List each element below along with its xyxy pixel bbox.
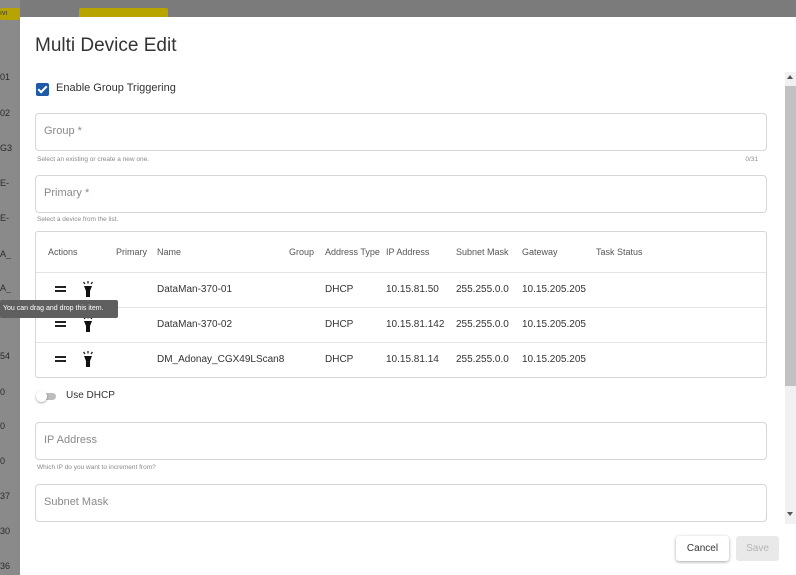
save-button[interactable]: Save <box>736 536 779 561</box>
group-field-label: Group * <box>44 125 82 137</box>
device-name: DataMan-370-02 <box>157 319 233 330</box>
device-gateway: 10.15.205.205 <box>522 354 586 365</box>
trigger-icon[interactable] <box>82 316 94 337</box>
drag-handle-icon[interactable] <box>55 285 66 293</box>
background-row-label: 02 <box>0 108 11 118</box>
drag-handle-icon[interactable] <box>55 355 66 363</box>
column-header-gateway[interactable]: Gateway <box>522 247 558 257</box>
group-field[interactable]: Group * <box>35 113 767 151</box>
device-table: Actions Primary Name Group Address Type … <box>35 231 767 378</box>
scroll-up-arrow-icon[interactable] <box>787 75 793 79</box>
column-header-name[interactable]: Name <box>157 247 181 257</box>
device-address-type: DHCP <box>325 354 354 365</box>
table-row[interactable]: DataMan-370-02 DHCP 10.15.81.142 255.255… <box>36 307 766 343</box>
ip-address-field-label: IP Address <box>44 434 97 446</box>
background-row-label: G3 <box>0 143 13 153</box>
background-row-label: 54 <box>0 351 11 361</box>
background-row-label: A_ <box>0 283 12 293</box>
device-address-type: DHCP <box>325 284 354 295</box>
table-row[interactable]: DataMan-370-01 DHCP 10.15.81.50 255.255.… <box>36 272 766 308</box>
dialog-title: Multi Device Edit <box>35 35 177 56</box>
drag-handle-icon[interactable] <box>55 320 66 328</box>
trigger-icon[interactable] <box>82 351 94 372</box>
use-dhcp-label[interactable]: Use DHCP <box>66 390 115 401</box>
primary-field-label: Primary * <box>44 187 90 199</box>
column-header-group[interactable]: Group <box>289 247 314 257</box>
primary-field-hint: Select a device from the list. <box>37 216 119 223</box>
background-button: ıvı <box>0 8 20 20</box>
scroll-down-arrow-icon[interactable] <box>787 512 793 516</box>
subnet-mask-field-label: Subnet Mask <box>44 496 109 508</box>
background-row-label: 36 <box>0 561 11 571</box>
background-row-label: 0 <box>0 421 6 431</box>
enable-group-triggering-label[interactable]: Enable Group Triggering <box>56 82 176 94</box>
device-subnet-mask: 255.255.0.0 <box>456 319 509 330</box>
background-row-label: E- <box>0 178 9 188</box>
column-header-actions[interactable]: Actions <box>48 247 78 257</box>
background-row-label: E- <box>0 213 9 223</box>
use-dhcp-toggle[interactable] <box>36 391 56 402</box>
trigger-icon[interactable] <box>82 281 94 302</box>
device-name: DM_Adonay_CGX49LScan8 <box>157 354 285 365</box>
device-gateway: 10.15.205.205 <box>522 319 586 330</box>
column-header-task-status[interactable]: Task Status <box>596 247 643 257</box>
background-row-label: 37 <box>0 491 11 501</box>
subnet-mask-field[interactable]: Subnet Mask <box>35 484 767 522</box>
device-name: DataMan-370-01 <box>157 284 233 295</box>
device-ip-address: 10.15.81.50 <box>386 284 439 295</box>
device-address-type: DHCP <box>325 319 354 330</box>
device-subnet-mask: 255.255.0.0 <box>456 284 509 295</box>
device-subnet-mask: 255.255.0.0 <box>456 354 509 365</box>
device-ip-address: 10.15.81.14 <box>386 354 439 365</box>
drag-tooltip: You can drag and drop this item. <box>0 300 118 318</box>
background-row-label: A_ <box>0 249 12 259</box>
cancel-button[interactable]: Cancel <box>676 536 729 561</box>
background-row-label: 0 <box>0 456 6 466</box>
scrollbar-thumb[interactable] <box>785 86 796 386</box>
ip-address-field-hint: Which IP do you want to increment from? <box>37 464 156 471</box>
enable-group-triggering-checkbox[interactable] <box>36 83 49 96</box>
column-header-primary[interactable]: Primary <box>116 247 147 257</box>
background-row-label: 01 <box>0 72 11 82</box>
column-header-address-type[interactable]: Address Type <box>325 247 380 257</box>
background-row-label: 30 <box>0 526 11 536</box>
group-field-hint: Select an existing or create a new one. <box>37 156 150 163</box>
column-header-ip-address[interactable]: IP Address <box>386 247 429 257</box>
column-header-subnet-mask[interactable]: Subnet Mask <box>456 247 509 257</box>
primary-field[interactable]: Primary * <box>35 175 767 213</box>
table-row[interactable]: DM_Adonay_CGX49LScan8 DHCP 10.15.81.14 2… <box>36 342 766 377</box>
background-row-label: 0 <box>0 387 6 397</box>
device-ip-address: 10.15.81.142 <box>386 319 445 330</box>
device-gateway: 10.15.205.205 <box>522 284 586 295</box>
ip-address-field[interactable]: IP Address <box>35 422 767 460</box>
group-field-counter: 0/31 <box>745 156 758 163</box>
multi-device-edit-dialog: Multi Device Edit Enable Group Triggerin… <box>20 17 796 575</box>
